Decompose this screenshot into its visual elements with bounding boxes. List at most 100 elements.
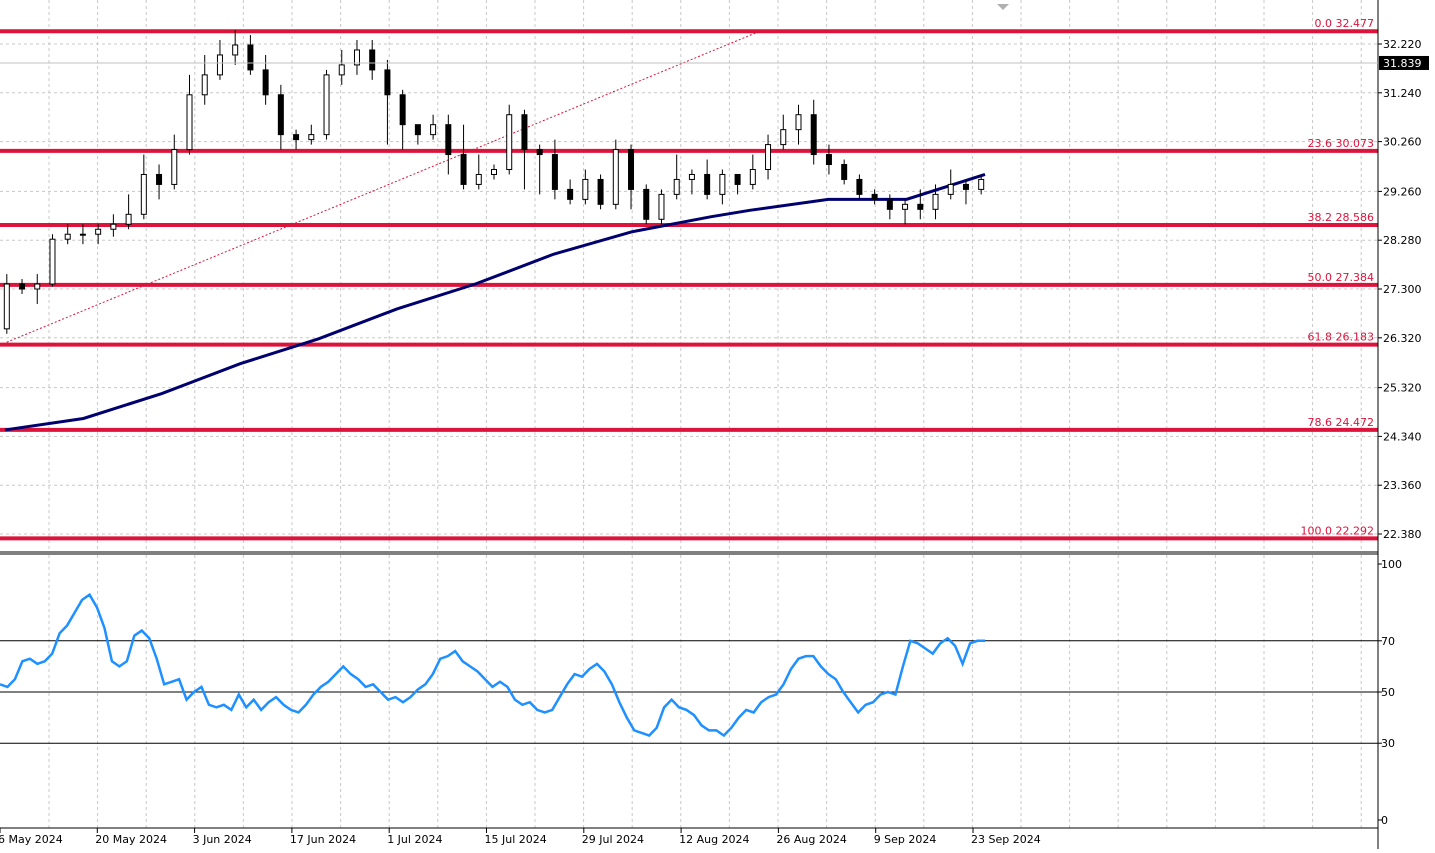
candle-body-bear (384, 69, 391, 96)
candle-body-bear (567, 188, 574, 200)
candle-body-bull (34, 283, 41, 290)
candle-body-bear (277, 94, 284, 136)
fib-level-label: 61.8 26.183 (1308, 331, 1374, 344)
time-tick-label: 3 Jun 2024 (193, 833, 252, 846)
time-tick-label: 1 Jul 2024 (387, 833, 442, 846)
candle-body-bear (399, 94, 406, 126)
candle-body-bull (612, 149, 619, 205)
candle-body-bear (156, 173, 163, 185)
candle-body-bull (947, 183, 954, 195)
candle-body-bull (232, 44, 239, 56)
time-tick-label: 6 May 2024 (0, 833, 63, 846)
rsi-tick-label: 50 (1381, 686, 1395, 699)
price-tick-label: 27.300 (1383, 283, 1422, 296)
candle (49, 234, 56, 287)
time-tick-label: 17 Jun 2024 (290, 833, 356, 846)
price-tick-label: 28.280 (1383, 234, 1422, 247)
candle-body-bear (825, 154, 832, 166)
fib-level-label: 50.0 27.384 (1308, 271, 1374, 284)
candle-body-bull (95, 228, 102, 235)
price-tick-label: 25.320 (1383, 382, 1422, 395)
candle-body-bull (308, 134, 315, 141)
candle-body-bull (323, 74, 330, 136)
candle-body-bear (369, 49, 376, 71)
candle-body-bear (551, 154, 558, 190)
last-price-label: 31.839 (1383, 57, 1422, 70)
candle (506, 104, 513, 175)
price-tick-label: 22.380 (1383, 528, 1422, 541)
chart-area: 0.0 32.477 23.6 30.073 38.2 28.586 50.0 27.… (0, 0, 1435, 849)
candle-body-bear (886, 198, 893, 210)
candle-body-bear (521, 114, 528, 151)
price-tick-label: 29.260 (1383, 185, 1422, 198)
time-tick-label: 20 May 2024 (95, 833, 167, 846)
candle (323, 69, 330, 140)
price-tick-label: 31.240 (1383, 87, 1422, 100)
candle-body-bear (962, 183, 969, 190)
candle-body-bear (643, 188, 650, 220)
candle-body-bear (262, 69, 269, 96)
candle-body-bull (932, 193, 939, 210)
candle-body-bear (597, 178, 604, 205)
candle-body-bear (536, 149, 543, 156)
time-tick-label: 15 Jul 2024 (485, 833, 547, 846)
candle-body-bear (856, 178, 863, 195)
price-tick-label: 30.260 (1383, 136, 1422, 149)
candle-body-bull (186, 94, 193, 151)
candle-body-bull (140, 173, 147, 215)
candle-body-bear (810, 114, 817, 156)
candle-body-bull (430, 124, 437, 136)
candle-body-bear (293, 134, 300, 141)
fib-level-label: 23.6 30.073 (1308, 137, 1374, 150)
fib-level-label: 78.6 24.472 (1308, 416, 1374, 429)
candle-body-bull (64, 233, 71, 240)
candle-body-bear (628, 149, 635, 190)
candle-body-bear (871, 193, 878, 200)
fib-level-label: 38.2 28.586 (1308, 211, 1374, 224)
candle-body-bull (49, 238, 56, 285)
price-tick-label: 32.220 (1383, 38, 1422, 51)
candle-body-bull (688, 173, 695, 180)
candle-body-bear (460, 154, 467, 185)
candle (597, 174, 604, 210)
candle-body-bear (704, 173, 711, 195)
candle-body-bull (582, 178, 589, 200)
candle (643, 184, 650, 225)
time-tick-label: 29 Jul 2024 (582, 833, 644, 846)
rsi-tick-label: 30 (1381, 737, 1395, 750)
rsi-tick-label: 70 (1381, 635, 1395, 648)
candle-body-bull (780, 129, 787, 146)
candle-body-bull (765, 144, 772, 170)
candle-body-bear (445, 124, 452, 156)
candle-body-bull (475, 173, 482, 185)
candle-body-bull (201, 74, 208, 96)
candle-body-bear (734, 173, 741, 185)
candle (658, 189, 665, 225)
fib-level-label: 0.0 32.477 (1315, 17, 1374, 30)
chart-svg: 0.0 32.477 23.6 30.073 38.2 28.586 50.0 27.… (0, 0, 1435, 849)
candle-body-bull (3, 283, 10, 330)
candle-body-bull (171, 149, 178, 185)
price-tick-label: 23.360 (1383, 479, 1422, 492)
candle-body-bull (749, 168, 756, 185)
time-tick-label: 23 Sep 2024 (971, 833, 1041, 846)
rsi-tick-label: 0 (1381, 814, 1388, 827)
candle-body-bull (79, 233, 86, 236)
candle-body-bull (125, 213, 132, 225)
rsi-tick-label: 100 (1381, 558, 1402, 571)
background (0, 0, 1435, 849)
candle-body-bull (902, 203, 909, 210)
candle-body-bear (247, 44, 254, 71)
candle (612, 139, 619, 210)
price-tick-label: 26.320 (1383, 332, 1422, 345)
candle-body-bear (414, 124, 421, 136)
candle-body-bull (338, 64, 345, 76)
candle-body-bull (673, 178, 680, 195)
candle-body-bull (110, 223, 117, 230)
candle-body-bull (978, 178, 985, 190)
price-tick-label: 24.340 (1383, 430, 1422, 443)
candle-body-bull (719, 173, 726, 195)
candle-body-bear (841, 164, 848, 180)
candle-body-bear (917, 203, 924, 210)
fib-level-label: 100.0 22.292 (1301, 524, 1374, 537)
